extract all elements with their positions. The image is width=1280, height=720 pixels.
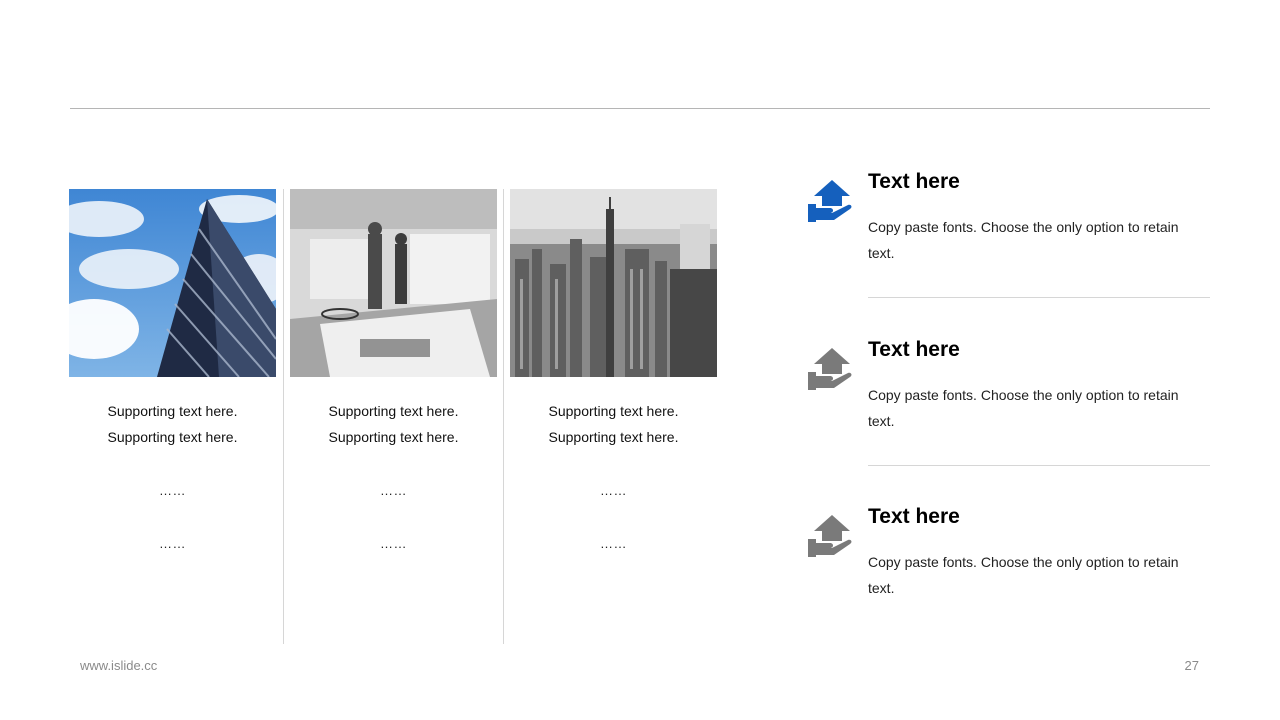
feature-title: Text here <box>868 170 960 193</box>
ellipsis-placeholder: …… <box>380 536 407 551</box>
page-number: 27 <box>1184 658 1199 673</box>
supporting-text: Supporting text here. Supporting text her… <box>328 403 459 445</box>
house-hand-icon <box>806 346 854 394</box>
ellipsis-placeholder: …… <box>159 536 186 551</box>
house-hand-icon <box>806 513 854 561</box>
feature-title: Text here <box>868 338 960 361</box>
column-divider <box>503 189 504 644</box>
feature-description: Copy paste fonts. Choose the only option… <box>868 387 1179 429</box>
glass-skyscraper-photo <box>69 189 276 377</box>
ellipsis-placeholder: …… <box>159 483 186 498</box>
ellipsis-placeholder: …… <box>600 536 627 551</box>
ellipsis-placeholder: …… <box>600 483 627 498</box>
supporting-text: Supporting text here. Supporting text her… <box>548 403 679 445</box>
feature-title: Text here <box>868 505 960 528</box>
city-skyline-photo <box>510 189 717 377</box>
header-divider <box>70 108 1210 109</box>
feature-divider <box>868 465 1210 466</box>
ellipsis-placeholder: …… <box>380 483 407 498</box>
house-hand-icon <box>806 178 854 226</box>
feature-divider <box>868 297 1210 298</box>
office-contract-photo <box>290 189 497 377</box>
footer-url: www.islide.cc <box>80 658 158 673</box>
feature-description: Copy paste fonts. Choose the only option… <box>868 554 1179 596</box>
supporting-text: Supporting text here. Supporting text her… <box>107 403 238 445</box>
column-divider <box>283 189 284 644</box>
feature-description: Copy paste fonts. Choose the only option… <box>868 219 1179 261</box>
